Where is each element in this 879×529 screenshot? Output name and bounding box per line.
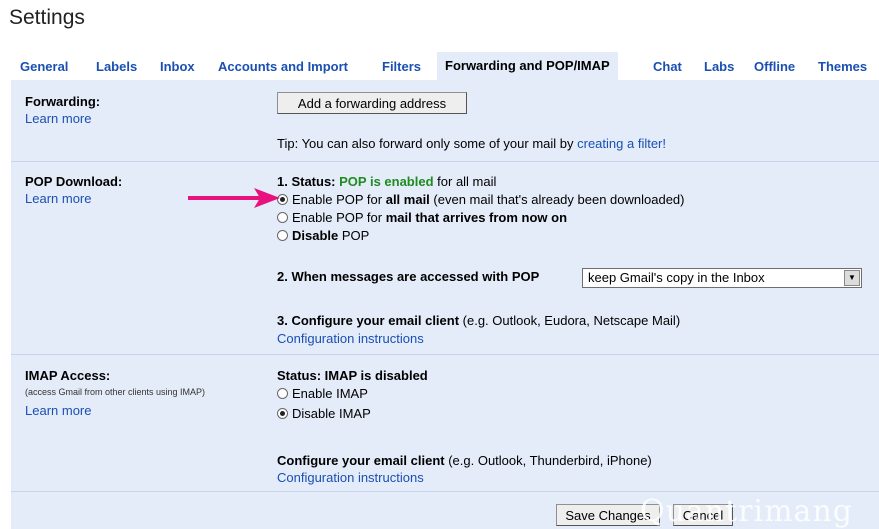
tab-filters[interactable]: Filters bbox=[382, 59, 421, 74]
forwarding-label: Forwarding: bbox=[25, 94, 101, 109]
pop-option-all-post: (even mail that's already been downloade… bbox=[429, 192, 685, 207]
imap-disable-label: Disable IMAP bbox=[292, 406, 371, 421]
pop-option-new-bold: mail that arrives from now on bbox=[385, 210, 568, 225]
tab-labs[interactable]: Labs bbox=[704, 59, 734, 74]
pop-configure-bold: 3. Configure your email client bbox=[277, 313, 460, 328]
pop-status-value: POP is enabled bbox=[339, 174, 434, 189]
tab-forwarding-pop-imap[interactable]: Forwarding and POP/IMAP bbox=[437, 52, 618, 80]
settings-tabs: General Labels Inbox Accounts and Import… bbox=[11, 52, 879, 80]
tab-offline[interactable]: Offline bbox=[754, 59, 795, 74]
radio-pop-from-now[interactable] bbox=[277, 212, 288, 223]
pop-access-select[interactable]: keep Gmail's copy in the Inbox ▼ bbox=[582, 268, 862, 288]
pop-option-from-now[interactable]: Enable POP for mail that arrives from no… bbox=[277, 210, 567, 225]
pop-status: 1. Status: POP is enabled for all mail bbox=[277, 174, 496, 189]
imap-configure-bold: Configure your email client bbox=[277, 453, 445, 468]
radio-imap-enable[interactable] bbox=[277, 388, 288, 399]
tab-labels[interactable]: Labels bbox=[96, 59, 137, 74]
settings-panel: Forwarding: Learn more Add a forwarding … bbox=[11, 80, 879, 529]
watermark-logo: Quantrimang bbox=[640, 494, 853, 529]
pop-configure-rest: (e.g. Outlook, Eudora, Netscape Mail) bbox=[459, 313, 681, 328]
pop-option-disable-bold: Disable bbox=[292, 228, 339, 243]
pop-learn-more-link[interactable]: Learn more bbox=[25, 191, 91, 206]
section-divider bbox=[11, 161, 879, 162]
pop-status-prefix: 1. Status: bbox=[277, 174, 340, 189]
pop-configure-client: 3. Configure your email client (e.g. Out… bbox=[277, 313, 680, 328]
pop-download-label: POP Download: bbox=[25, 174, 123, 189]
pointer-arrow-icon bbox=[188, 188, 280, 208]
chevron-down-icon[interactable]: ▼ bbox=[844, 270, 860, 286]
imap-option-enable[interactable]: Enable IMAP bbox=[277, 386, 368, 401]
tab-accounts-and-import[interactable]: Accounts and Import bbox=[218, 59, 348, 74]
pop-option-all-pre: Enable POP for bbox=[292, 192, 386, 207]
pop-configuration-instructions-link[interactable]: Configuration instructions bbox=[277, 331, 424, 346]
imap-option-disable[interactable]: Disable IMAP bbox=[277, 406, 371, 421]
section-divider bbox=[11, 354, 879, 355]
pop-option-all-mail[interactable]: Enable POP for all mail (even mail that'… bbox=[277, 192, 685, 207]
pop-option-disable[interactable]: Disable POP bbox=[277, 228, 369, 243]
radio-pop-disable[interactable] bbox=[277, 230, 288, 241]
page-title: Settings bbox=[9, 6, 85, 29]
imap-configure-rest: (e.g. Outlook, Thunderbird, iPhone) bbox=[444, 453, 652, 468]
imap-configure-client: Configure your email client (e.g. Outloo… bbox=[277, 453, 652, 468]
imap-status: Status: IMAP is disabled bbox=[277, 368, 428, 383]
pop-option-disable-post: POP bbox=[338, 228, 370, 243]
imap-sublabel: (access Gmail from other clients using I… bbox=[25, 387, 206, 397]
imap-configuration-instructions-link[interactable]: Configuration instructions bbox=[277, 470, 424, 485]
tab-themes[interactable]: Themes bbox=[818, 59, 867, 74]
radio-imap-disable[interactable] bbox=[277, 408, 288, 419]
pop-option-new-pre: Enable POP for bbox=[292, 210, 386, 225]
creating-filter-link[interactable]: creating a filter! bbox=[577, 136, 666, 151]
section-divider bbox=[11, 491, 879, 492]
pop-option-all-bold: all mail bbox=[385, 192, 430, 207]
tab-general[interactable]: General bbox=[20, 59, 68, 74]
tab-inbox[interactable]: Inbox bbox=[160, 59, 195, 74]
pop-access-select-value: keep Gmail's copy in the Inbox bbox=[588, 270, 765, 285]
pop-accessed-label: 2. When messages are accessed with POP bbox=[277, 269, 540, 284]
tip-text: Tip: You can also forward only some of y… bbox=[277, 136, 578, 151]
forwarding-tip: Tip: You can also forward only some of y… bbox=[277, 136, 666, 151]
imap-enable-label: Enable IMAP bbox=[292, 386, 368, 401]
imap-access-label: IMAP Access: bbox=[25, 368, 111, 383]
tab-chat[interactable]: Chat bbox=[653, 59, 682, 74]
imap-learn-more-link[interactable]: Learn more bbox=[25, 403, 91, 418]
add-forwarding-address-button[interactable]: Add a forwarding address bbox=[277, 92, 467, 114]
forwarding-learn-more-link[interactable]: Learn more bbox=[25, 111, 91, 126]
pop-status-suffix: for all mail bbox=[433, 174, 497, 189]
